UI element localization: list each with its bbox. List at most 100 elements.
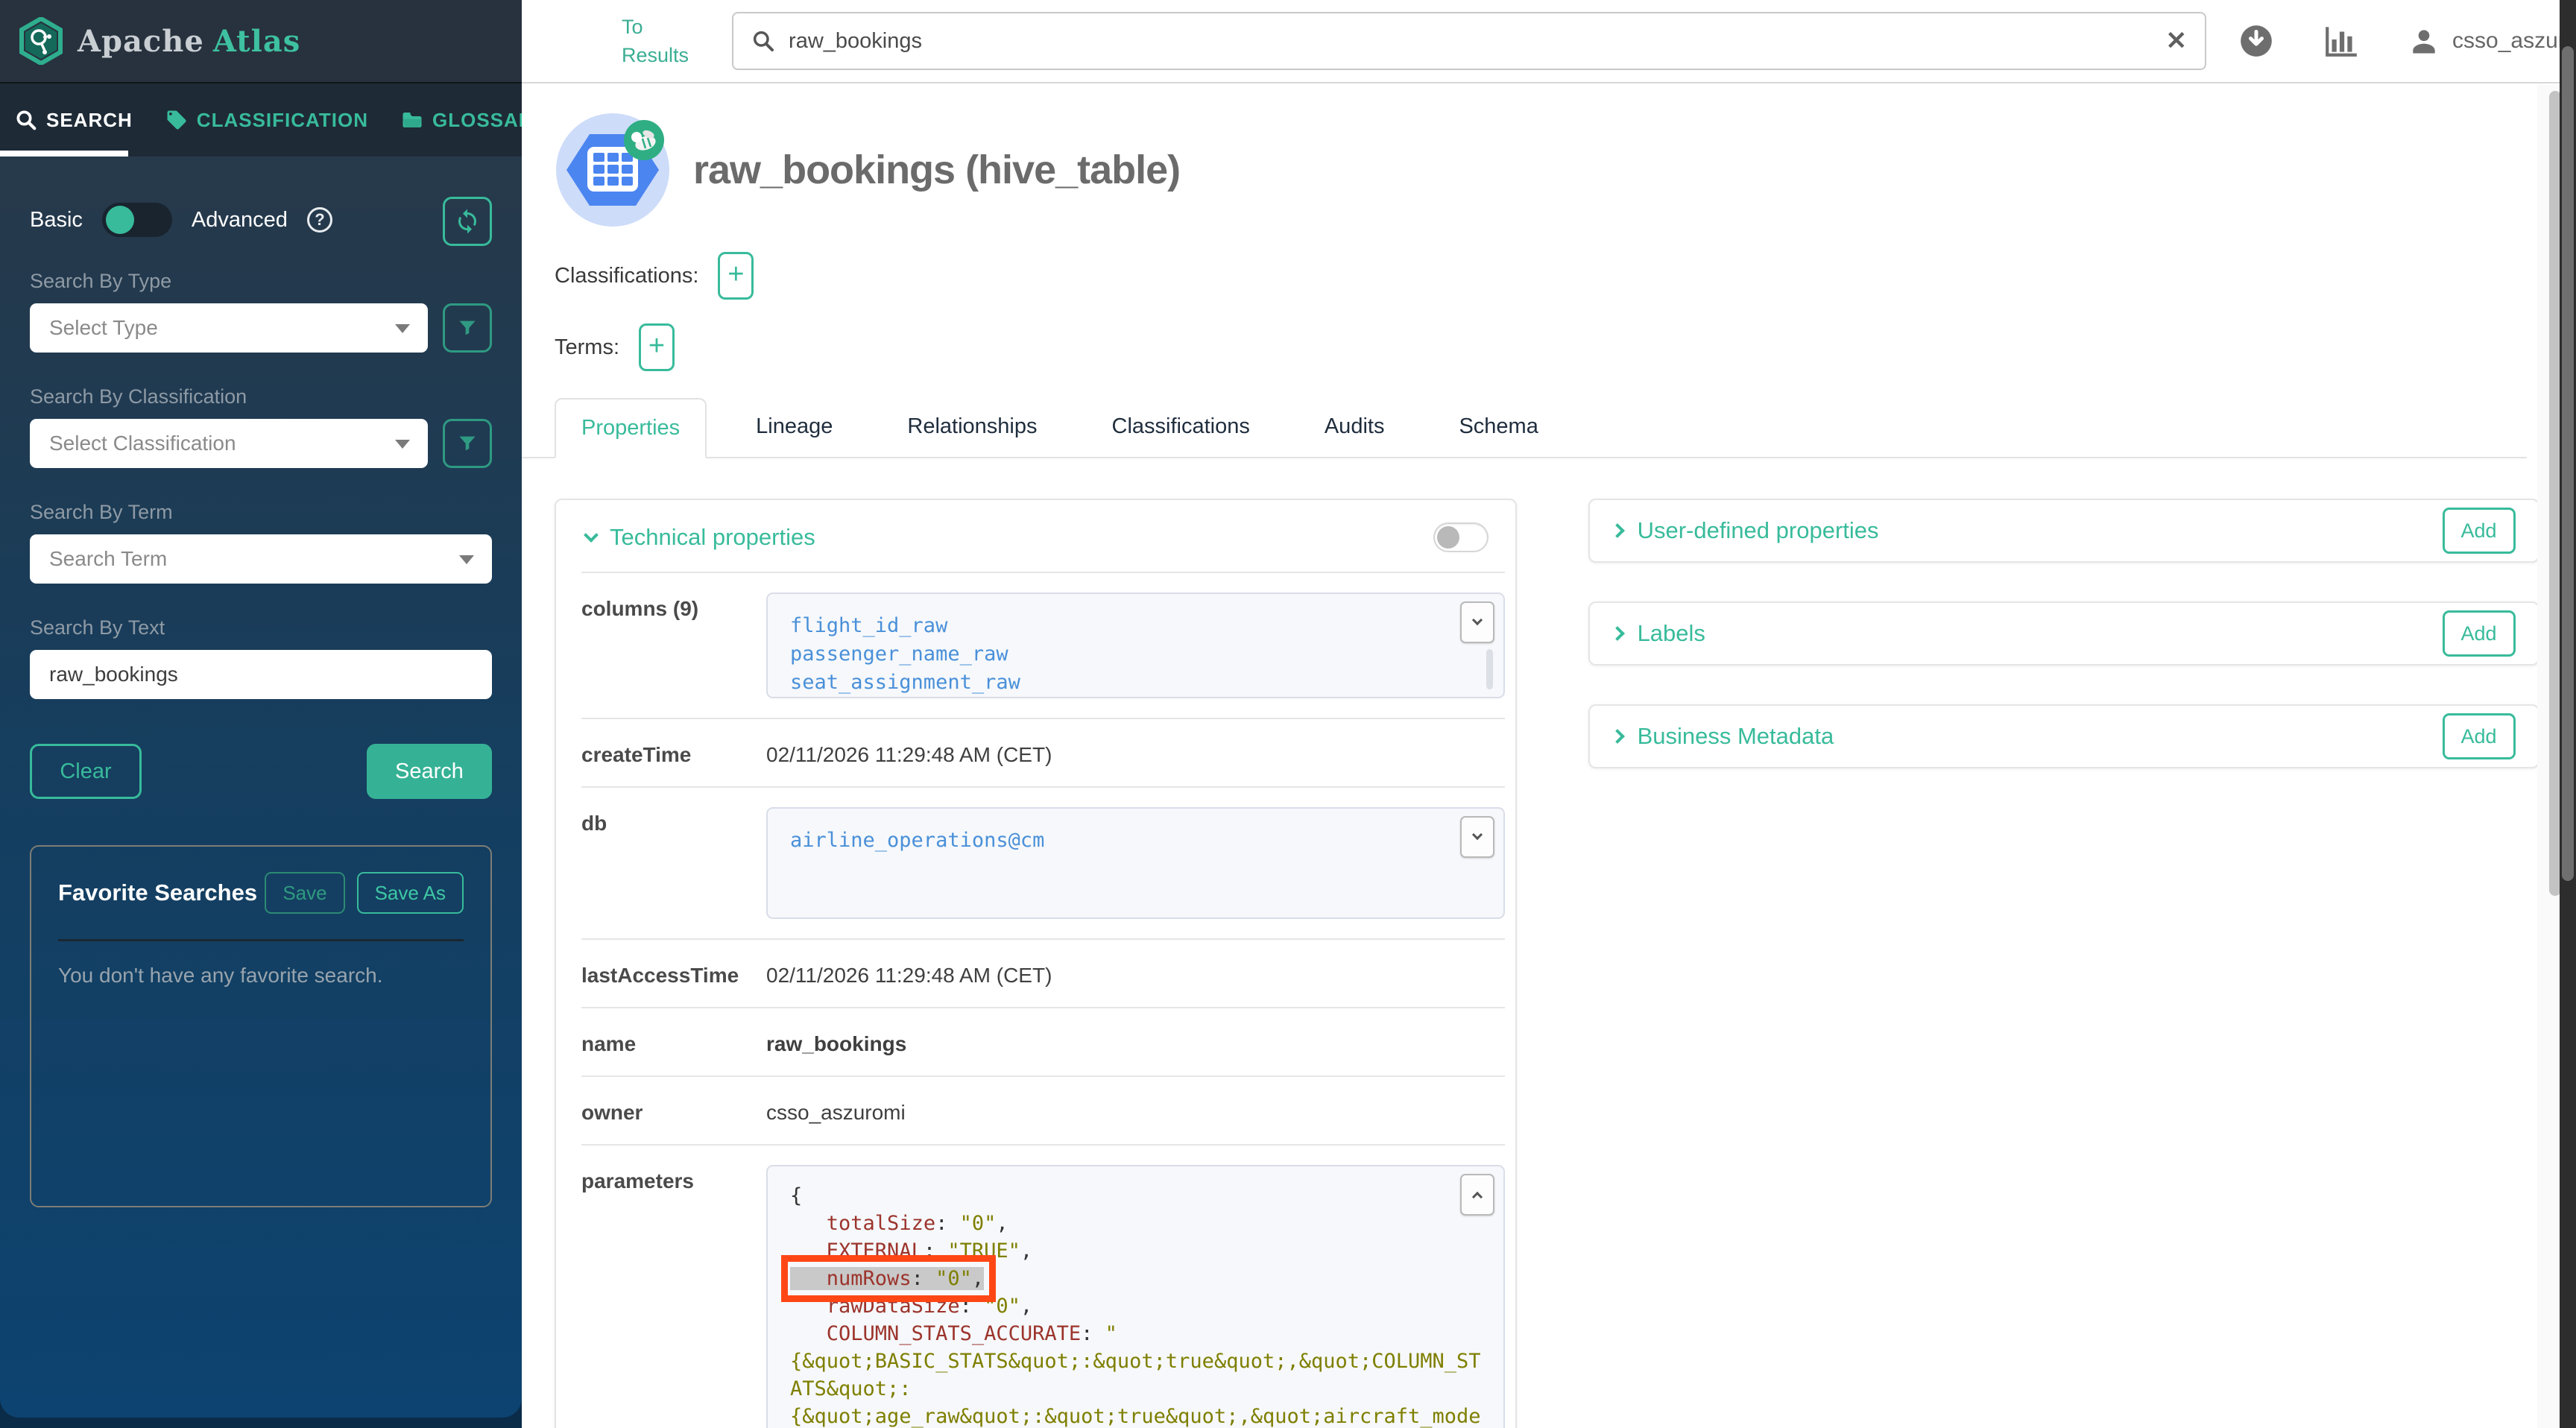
parameters-collapse-button[interactable]	[1460, 1174, 1494, 1216]
tab-classifications[interactable]: Classifications	[1087, 398, 1275, 457]
apache-atlas-window: ApacheAtlas SEARCH CLASSIFICATION GL	[0, 0, 2576, 1428]
search-by-classification-label: Search By Classification	[30, 385, 492, 408]
add-button-business-metadata[interactable]: Add	[2443, 713, 2516, 759]
technical-properties-toggle[interactable]	[1433, 522, 1489, 552]
save-button[interactable]: Save	[265, 872, 344, 914]
parameters-code-line: rawDataSize: "0",	[790, 1295, 1481, 1322]
lastaccesstime-value: 02/11/2026 11:29:48 AM (CET)	[766, 959, 1505, 988]
term-select[interactable]: Search Term	[30, 534, 492, 584]
type-select-value: Select Type	[49, 316, 158, 340]
search-text-input[interactable]	[30, 650, 492, 699]
type-select[interactable]: Select Type	[30, 303, 428, 353]
parameters-value-box: { totalSize: "0", EXTERNAL: "TRUE", numR…	[766, 1165, 1505, 1428]
add-classification-button[interactable]	[718, 252, 754, 300]
panel-title[interactable]: Business Metadata	[1638, 723, 1834, 750]
panel-title[interactable]: Labels	[1638, 620, 1705, 647]
entity-detail: raw_bookings (hive_table) Classification…	[522, 83, 2560, 371]
clear-search-icon[interactable]: ✕	[2166, 26, 2188, 56]
parameters-code-line: totalSize: "0",	[790, 1212, 1481, 1239]
user-icon	[2408, 25, 2440, 57]
highlighted-parameter: numRows: "0",	[790, 1267, 984, 1290]
page-title: raw_bookings (hive_table)	[693, 147, 1180, 193]
tab-properties[interactable]: Properties	[555, 398, 707, 458]
save-as-button[interactable]: Save As	[357, 872, 464, 914]
classification-select-value: Select Classification	[49, 432, 236, 455]
statistics-icon[interactable]	[2323, 22, 2360, 60]
tab-relationships[interactable]: Relationships	[882, 398, 1062, 457]
db-link[interactable]: airline_operations@cm	[790, 827, 1481, 855]
parameters-code-line: EXTERNAL: "TRUE",	[790, 1239, 1481, 1267]
user-menu[interactable]: csso_aszuromi	[2408, 25, 2576, 57]
advanced-label: Advanced	[192, 208, 288, 233]
createtime-label: createTime	[581, 739, 766, 767]
panel-user-defined-properties: User-defined properties Add	[1588, 499, 2539, 563]
toggle-knob	[1437, 526, 1459, 549]
nav-item-search[interactable]: SEARCH	[15, 109, 133, 132]
tab-lineage[interactable]: Lineage	[730, 398, 858, 457]
column-link-seat-assignment-raw[interactable]: seat_assignment_raw	[790, 669, 1481, 697]
type-filter-button[interactable]	[443, 303, 492, 353]
columns-label: columns (9)	[581, 593, 766, 698]
to-results-link[interactable]: To Results	[622, 13, 689, 69]
search-form: Basic Advanced ? Search By Type Select T…	[0, 157, 522, 1207]
column-link-passenger-name-raw[interactable]: passenger_name_raw	[790, 640, 1481, 669]
help-icon[interactable]: ?	[307, 207, 332, 233]
technical-properties-title[interactable]: Technical properties	[610, 524, 1433, 551]
topbar: To Results ✕ csso_aszuromi	[522, 0, 2560, 83]
parameters-label: parameters	[581, 1165, 766, 1428]
download-icon[interactable]	[2238, 22, 2275, 60]
nav-classification-label: CLASSIFICATION	[197, 109, 368, 132]
add-button-user-defined-properties[interactable]: Add	[2443, 508, 2516, 554]
global-search-input[interactable]	[789, 29, 2153, 54]
chevron-right-icon[interactable]	[1610, 523, 1625, 538]
db-value-box: airline_operations@cm	[766, 807, 1505, 919]
nav-search-label: SEARCH	[46, 109, 133, 132]
search-by-text-label: Search By Text	[30, 616, 492, 639]
search-button[interactable]: Search	[367, 744, 492, 799]
atlas-logo-icon	[19, 17, 63, 65]
favorite-searches-panel: Favorite Searches Save Save As You don't…	[30, 845, 492, 1207]
basic-label: Basic	[30, 208, 83, 233]
db-row: db airline_operations@cm	[581, 786, 1505, 938]
name-value: raw_bookings	[766, 1028, 1505, 1056]
username: csso_aszuromi	[2452, 28, 2576, 54]
columns-list: flight_id_rawpassenger_name_rawseat_assi…	[790, 612, 1481, 697]
chevron-right-icon[interactable]	[1610, 729, 1625, 744]
chevron-down-icon	[459, 555, 474, 564]
nav-item-glossary[interactable]: GLOSSARY	[401, 109, 522, 132]
column-link-flight-id-raw[interactable]: flight_id_raw	[790, 612, 1481, 640]
chevron-down-icon	[395, 440, 410, 449]
favorites-empty-text: You don't have any favorite search.	[58, 964, 464, 988]
clear-button[interactable]: Clear	[30, 744, 142, 799]
toggle-knob	[106, 206, 134, 234]
add-button-labels[interactable]: Add	[2443, 610, 2516, 657]
classification-select[interactable]: Select Classification	[30, 419, 428, 468]
columns-expand-button[interactable]	[1460, 601, 1494, 643]
panel-title[interactable]: User-defined properties	[1638, 517, 1879, 544]
divider	[58, 939, 464, 941]
chevron-right-icon[interactable]	[1610, 626, 1625, 641]
parameters-code: { totalSize: "0", EXTERNAL: "TRUE", numR…	[790, 1184, 1481, 1428]
columns-row: columns (9) flight_id_rawpassenger_name_…	[581, 572, 1505, 718]
columns-scrollbar[interactable]	[1486, 649, 1493, 689]
search-by-type-label: Search By Type	[30, 270, 492, 293]
tab-schema[interactable]: Schema	[1433, 398, 1563, 457]
classification-filter-button[interactable]	[443, 419, 492, 468]
owner-row: owner csso_aszuromi	[581, 1075, 1505, 1144]
panel-labels: Labels Add	[1588, 601, 2539, 666]
refresh-button[interactable]	[443, 197, 492, 246]
technical-properties-panel: Technical properties columns (9) flight_…	[555, 499, 1517, 1428]
collapse-chevron-icon[interactable]	[584, 528, 599, 543]
tab-audits[interactable]: Audits	[1299, 398, 1410, 457]
search-icon	[751, 29, 775, 53]
nav-item-classification[interactable]: CLASSIFICATION	[165, 109, 368, 132]
db-expand-button[interactable]	[1460, 816, 1494, 858]
app-logo[interactable]: ApacheAtlas	[0, 0, 522, 82]
search-icon	[15, 109, 37, 131]
columns-value-box: flight_id_rawpassenger_name_rawseat_assi…	[766, 593, 1505, 698]
add-term-button[interactable]	[639, 323, 675, 371]
window-scrollbar[interactable]	[2562, 46, 2574, 881]
brand-apache: Apache	[78, 24, 204, 59]
basic-advanced-toggle[interactable]	[102, 203, 172, 237]
parameters-code-line: numRows: "0",	[790, 1267, 1481, 1295]
